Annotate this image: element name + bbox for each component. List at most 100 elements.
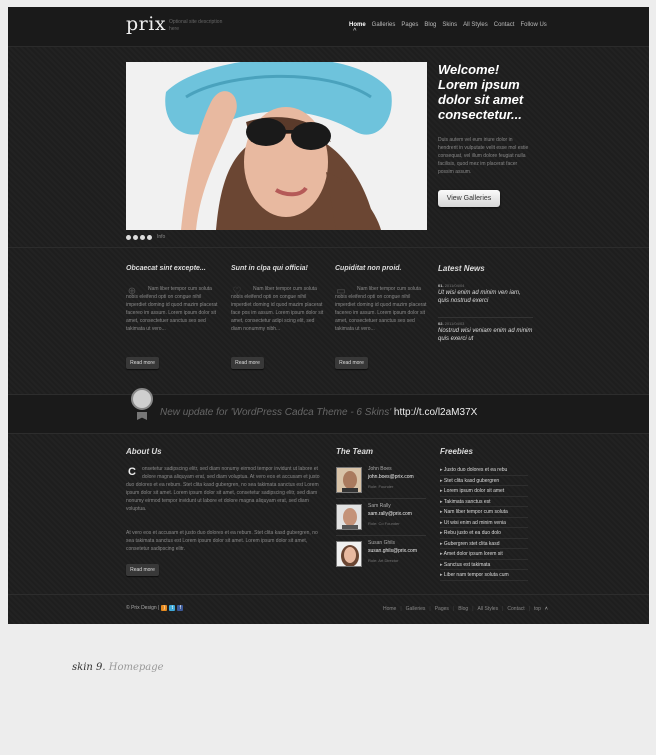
news-title[interactable]: Nostrud wisi veniam enim ad minim quis e… [438, 327, 533, 343]
feature-title-1[interactable]: Obcaecat sint excepte... [126, 265, 206, 272]
hero-image[interactable] [126, 62, 427, 230]
footer: © Prix Design | ) t f Home | Galleries | P… [8, 594, 649, 624]
member-role: Role: Co Founder [368, 521, 400, 526]
freebies-title: Freebies [440, 447, 473, 456]
tweet-text: New update for 'WordPress Cadca Theme - … [160, 407, 392, 418]
about-read-more-button[interactable]: Read more [126, 564, 159, 576]
news-item[interactable]: 01. 2011/04/04 Ut wisi enim ad minim ven… [438, 283, 533, 305]
freebie-link[interactable]: Takimata sanctus est [440, 497, 528, 507]
chevron-up-icon[interactable]: ˄ [545, 606, 548, 612]
freebie-link[interactable]: Amet dolor ipsum lorem sit [440, 549, 528, 560]
twitter-bird-icon [131, 388, 153, 410]
avatar[interactable] [336, 467, 362, 493]
read-more-button-3[interactable]: Read more [335, 357, 368, 369]
header: prix Optional site description here Home… [8, 7, 649, 47]
news-date: 2011/04/03 [444, 321, 465, 326]
tagline: Optional site description here [169, 19, 223, 32]
member-email[interactable]: john.boes@prix.com [368, 474, 414, 480]
facebook-icon[interactable]: f [177, 605, 184, 611]
twitter-icon[interactable]: t [169, 605, 176, 611]
footer-nav-galleries[interactable]: Galleries [406, 606, 426, 612]
member-email[interactable]: susan.ghils@prix.com [368, 548, 417, 554]
footer-nav-all-styles[interactable]: All Styles [478, 606, 499, 612]
freebie-link[interactable]: Gubergren stet clita kasd [440, 539, 528, 549]
member-name: Sam Rally [368, 503, 391, 509]
feature-title-2[interactable]: Sunt in clpa qui officia! [231, 265, 308, 272]
news-item[interactable]: 02. 2011/04/03 Nostrud wisi veniam enim … [438, 321, 533, 343]
freebies-list: Justo duo dolores et ea rebu Stet clita … [440, 465, 528, 581]
read-more-button-1[interactable]: Read more [126, 357, 159, 369]
nav-contact[interactable]: Contact [494, 22, 515, 28]
copyright: © Prix Design | ) t f [126, 605, 184, 611]
avatar[interactable] [336, 504, 362, 530]
slider-dot[interactable] [140, 234, 145, 240]
freebie-link[interactable]: Lorem ipsum dolor sit amet [440, 486, 528, 497]
nav-all-styles[interactable]: All Styles [463, 22, 488, 28]
about-title: About Us [126, 447, 162, 456]
nav-blog[interactable]: Blog [424, 22, 436, 28]
slider-info-label[interactable]: Info [157, 234, 165, 240]
rss-icon[interactable]: ) [161, 605, 168, 611]
skin-caption: skin 9. Homepage [72, 662, 164, 673]
member-role: Role: Founder [368, 484, 394, 489]
team-title: The Team [336, 447, 374, 456]
slider-dot[interactable] [126, 234, 131, 240]
footer-nav-top[interactable]: top [534, 606, 541, 612]
latest-news-title: Latest News [438, 264, 485, 273]
footer-nav-blog[interactable]: Blog [458, 606, 468, 612]
footer-nav: Home | Galleries | Pages | Blog | All Styles… [383, 606, 548, 612]
member-email[interactable]: sam.rally@prix.com [368, 511, 412, 517]
footer-nav-home[interactable]: Home [383, 606, 396, 612]
copyright-text: © Prix Design | [126, 605, 160, 611]
feature-text-3: Nam liber tempor cum soluta nobis eleife… [335, 286, 427, 332]
logo[interactable]: prix [126, 13, 166, 35]
view-galleries-button[interactable]: View Galleries [438, 190, 500, 207]
website-mockup: prix Optional site description here Home… [8, 7, 649, 624]
freebie-link[interactable]: Ut wisi enim ad minim venia [440, 518, 528, 528]
nav-skins[interactable]: Skins [442, 22, 457, 28]
team-member: Susan Ghils susan.ghils@prix.com Role: A… [336, 539, 426, 573]
news-number: 02. [438, 321, 444, 326]
footer-nav-pages[interactable]: Pages [435, 606, 449, 612]
footer-nav-contact[interactable]: Contact [507, 606, 524, 612]
hero-text: Duis autem vel eum iriure dolor in hendr… [438, 137, 529, 175]
about-paragraph-1: Consetetur sadipscing elitr, sed diam no… [126, 466, 320, 512]
team-member: Sam Rally sam.rally@prix.com Role: Co Fo… [336, 502, 426, 536]
member-name: John Boes [368, 466, 392, 472]
caption-skin: skin 9. [72, 662, 106, 673]
slider-dot[interactable] [147, 234, 152, 240]
freebie-link[interactable]: Justo duo dolores et ea rebu [440, 465, 528, 476]
latest-tweet: New update for 'WordPress Cadca Theme - … [160, 407, 477, 418]
news-divider [438, 317, 533, 318]
slider-pagination: Info [126, 234, 165, 240]
nav-galleries[interactable]: Galleries [372, 22, 396, 28]
tweet-link[interactable]: http://t.co/l2aM37X [394, 407, 477, 418]
read-more-button-2[interactable]: Read more [231, 357, 264, 369]
freebie-link[interactable]: Sanctus est takimata [440, 560, 528, 570]
caption-page: Homepage [108, 662, 164, 673]
about-paragraph-2: At vero eos et accusam et justo duo dolo… [126, 530, 318, 552]
team-member: John Boes john.boes@prix.com Role: Found… [336, 465, 426, 499]
main-nav: Home Galleries Pages Blog Skins All Styl… [349, 22, 547, 34]
drop-cap: C [128, 466, 136, 478]
woman-with-hat-illustration [126, 62, 427, 230]
divider [8, 247, 649, 248]
nav-follow-us[interactable]: Follow Us [520, 22, 546, 28]
feature-text-1: Nam liber tempor cum soluta nobis eleife… [126, 286, 218, 332]
member-name: Susan Ghils [368, 540, 395, 546]
news-title[interactable]: Ut wisi enim ad minim ven iam, quis nost… [438, 289, 533, 305]
hero-title: Welcome! Lorem ipsum dolor sit amet cons… [438, 62, 524, 122]
freebie-link[interactable]: Stet clita kasd gubergren [440, 476, 528, 486]
member-role: Role: Art Director [368, 558, 399, 563]
freebie-link[interactable]: Nam liber tempor cum soluta [440, 507, 528, 518]
nav-pages[interactable]: Pages [401, 22, 418, 28]
avatar[interactable] [336, 541, 362, 567]
slider-dot[interactable] [133, 234, 138, 240]
feature-text-2: Nam liber tempor cum soluta nobis eleife… [231, 286, 324, 332]
news-date: 2011/04/04 [444, 283, 465, 288]
news-number: 01. [438, 283, 444, 288]
freebie-link[interactable]: Rebu justo et ea duo dolo [440, 528, 528, 539]
feature-title-3[interactable]: Cupiditat non proid. [335, 265, 402, 272]
nav-home[interactable]: Home [349, 22, 366, 34]
freebie-link[interactable]: Liber nam tempor soluta cum [440, 570, 528, 581]
